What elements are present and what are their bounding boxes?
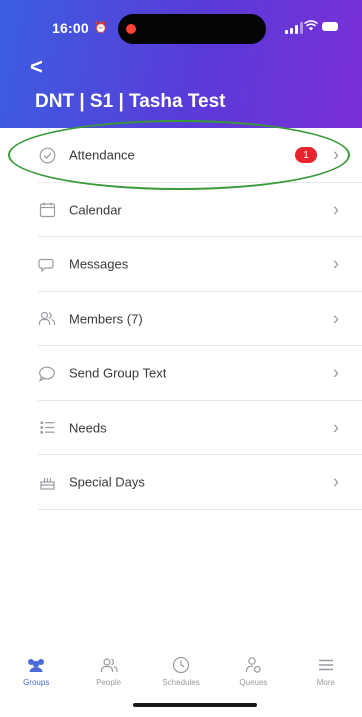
calendar-icon xyxy=(38,201,56,219)
menu-item-label: Members (7) xyxy=(69,311,143,327)
tab-queues[interactable]: Queues xyxy=(217,648,289,698)
tab-people[interactable]: People xyxy=(72,648,144,698)
chevron-right-icon: › xyxy=(333,417,339,438)
menu-item-label: Send Group Text xyxy=(69,365,167,381)
tab-groups[interactable]: Groups xyxy=(0,648,72,698)
people-icon xyxy=(99,656,119,674)
chevron-right-icon: › xyxy=(333,308,339,329)
page-title: DNT | S1 | Tasha Test xyxy=(35,91,226,112)
status-bar: 16:00 ⏰ xyxy=(0,0,362,56)
chevron-right-icon: › xyxy=(333,144,339,165)
menu-item-label: Messages xyxy=(69,256,129,272)
check-circle-icon xyxy=(38,146,56,164)
tab-bar: Groups People Schedules Queues More xyxy=(0,648,362,698)
menu-item-label: Calendar xyxy=(69,202,122,218)
chat-bubble-icon xyxy=(38,255,56,273)
menu-icon xyxy=(318,656,334,674)
queue-person-icon xyxy=(244,656,262,674)
chevron-right-icon: › xyxy=(333,471,339,492)
menu-item-special-days[interactable]: Special Days › xyxy=(0,455,362,510)
recording-dot-icon xyxy=(126,24,136,34)
cake-icon xyxy=(38,473,56,491)
chevron-right-icon: › xyxy=(333,253,339,274)
tab-schedules[interactable]: Schedules xyxy=(145,648,217,698)
menu-item-send-group-text[interactable]: Send Group Text › xyxy=(0,346,362,401)
tab-label: Schedules xyxy=(162,678,200,687)
list-icon xyxy=(38,419,56,437)
alarm-icon: ⏰ xyxy=(94,22,108,34)
menu-item-needs[interactable]: Needs › xyxy=(0,401,362,456)
tab-label: More xyxy=(316,678,335,687)
status-time: 16:00 xyxy=(52,20,89,36)
menu-item-label: Needs xyxy=(69,420,107,436)
groups-icon xyxy=(25,656,47,674)
home-indicator xyxy=(133,703,257,707)
clock-icon xyxy=(172,656,190,674)
attendance-badge: 1 xyxy=(295,147,317,164)
tab-more[interactable]: More xyxy=(290,648,362,698)
menu-item-attendance[interactable]: Attendance 1 › xyxy=(0,128,362,183)
tab-label: Groups xyxy=(23,678,50,687)
tab-label: People xyxy=(96,678,122,687)
menu-item-messages[interactable]: Messages › xyxy=(0,237,362,292)
back-button[interactable]: < xyxy=(30,56,43,78)
group-menu-list: Attendance 1 › Calendar › Messages › Mem… xyxy=(0,128,362,510)
tab-label: Queues xyxy=(239,678,268,687)
header: 16:00 ⏰ < DNT | S1 | Tasha Test xyxy=(0,0,362,128)
message-icon xyxy=(38,364,56,382)
menu-item-calendar[interactable]: Calendar › xyxy=(0,183,362,238)
menu-item-members[interactable]: Members (7) › xyxy=(0,292,362,347)
wifi-icon xyxy=(304,19,318,34)
battery-icon xyxy=(322,22,338,31)
menu-item-label: Special Days xyxy=(69,474,145,490)
menu-item-label: Attendance xyxy=(69,147,135,163)
chevron-right-icon: › xyxy=(333,362,339,383)
signal-icon xyxy=(285,22,303,34)
dynamic-island xyxy=(118,14,266,44)
members-icon xyxy=(38,310,56,328)
chevron-right-icon: › xyxy=(333,199,339,220)
